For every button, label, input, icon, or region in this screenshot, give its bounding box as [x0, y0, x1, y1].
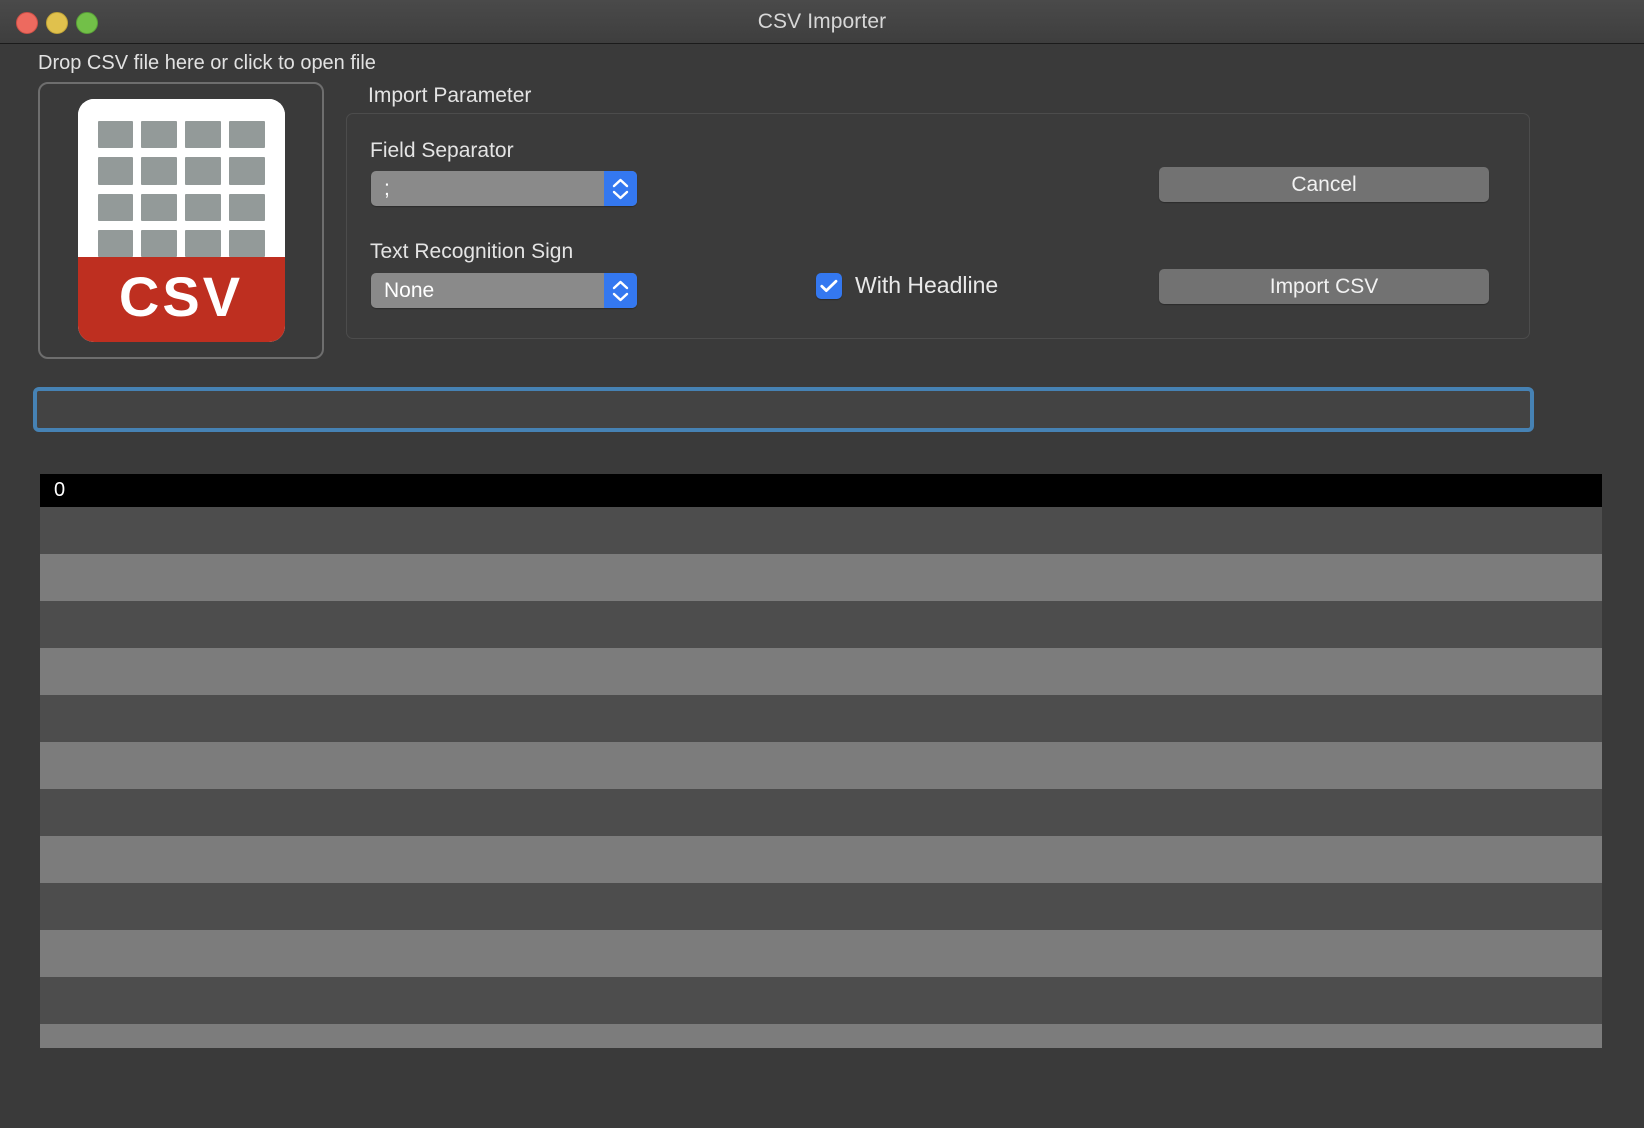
- title-bar: CSV Importer: [0, 0, 1644, 44]
- import-csv-button[interactable]: Import CSV: [1159, 269, 1489, 304]
- checkmark-icon[interactable]: [816, 272, 842, 299]
- csv-icon-cell: [97, 229, 134, 257]
- csv-icon-cell: [97, 121, 134, 149]
- import-parameter-legend: Import Parameter: [368, 84, 532, 107]
- csv-icon-cell: [141, 193, 177, 221]
- csv-icon-cell: [141, 229, 177, 257]
- table-row[interactable]: [40, 977, 1602, 1024]
- table-row[interactable]: [40, 1024, 1602, 1048]
- csv-importer-window: CSV Importer Drop CSV file here or click…: [0, 0, 1644, 1128]
- csv-icon-cell: [228, 193, 265, 221]
- table-row[interactable]: [40, 883, 1602, 930]
- table-row[interactable]: [40, 789, 1602, 836]
- chevron-updown-icon[interactable]: [604, 273, 637, 308]
- text-recognition-sign-value: None: [384, 278, 435, 302]
- file-path-input[interactable]: [33, 387, 1534, 432]
- csv-icon-cell: [97, 157, 134, 185]
- csv-file-icon: CSV: [77, 99, 285, 342]
- table-column-header: 0: [54, 479, 66, 501]
- csv-icon-cell: [185, 229, 221, 257]
- field-separator-select[interactable]: ;: [371, 171, 637, 206]
- table-row[interactable]: [40, 930, 1602, 977]
- table-row[interactable]: [40, 601, 1602, 648]
- table-row[interactable]: [40, 648, 1602, 695]
- table-row[interactable]: [40, 554, 1602, 601]
- csv-icon-cell: [141, 121, 177, 149]
- csv-drop-zone[interactable]: CSV: [38, 82, 324, 359]
- csv-icon-cell: [228, 157, 265, 185]
- field-separator-value: ;: [384, 176, 390, 200]
- with-headline-checkbox[interactable]: With Headline: [816, 272, 998, 299]
- cancel-button[interactable]: Cancel: [1159, 167, 1489, 202]
- table-row[interactable]: [40, 742, 1602, 789]
- chevron-updown-icon[interactable]: [604, 171, 637, 206]
- table-row[interactable]: [40, 507, 1602, 554]
- text-recognition-sign-label: Text Recognition Sign: [370, 240, 574, 263]
- csv-icon-cell: [228, 121, 265, 149]
- csv-icon-cell: [185, 193, 221, 221]
- table-row[interactable]: [40, 836, 1602, 883]
- text-recognition-sign-select[interactable]: None: [371, 273, 637, 308]
- csv-icon-cell: [97, 193, 134, 221]
- window-title: CSV Importer: [757, 10, 887, 33]
- csv-preview-table[interactable]: 0: [40, 474, 1602, 1048]
- csv-icon-label: CSV: [77, 257, 285, 342]
- csv-icon-cell: [228, 229, 265, 257]
- drop-zone-hint: Drop CSV file here or click to open file: [38, 52, 376, 74]
- with-headline-label: With Headline: [855, 272, 999, 298]
- field-separator-label: Field Separator: [370, 139, 514, 162]
- csv-icon-cell: [185, 157, 221, 185]
- csv-icon-grid: [77, 99, 285, 257]
- csv-icon-cell: [141, 157, 177, 185]
- table-row[interactable]: [40, 695, 1602, 742]
- csv-icon-cell: [185, 121, 221, 149]
- table-header-row: 0: [40, 474, 1602, 507]
